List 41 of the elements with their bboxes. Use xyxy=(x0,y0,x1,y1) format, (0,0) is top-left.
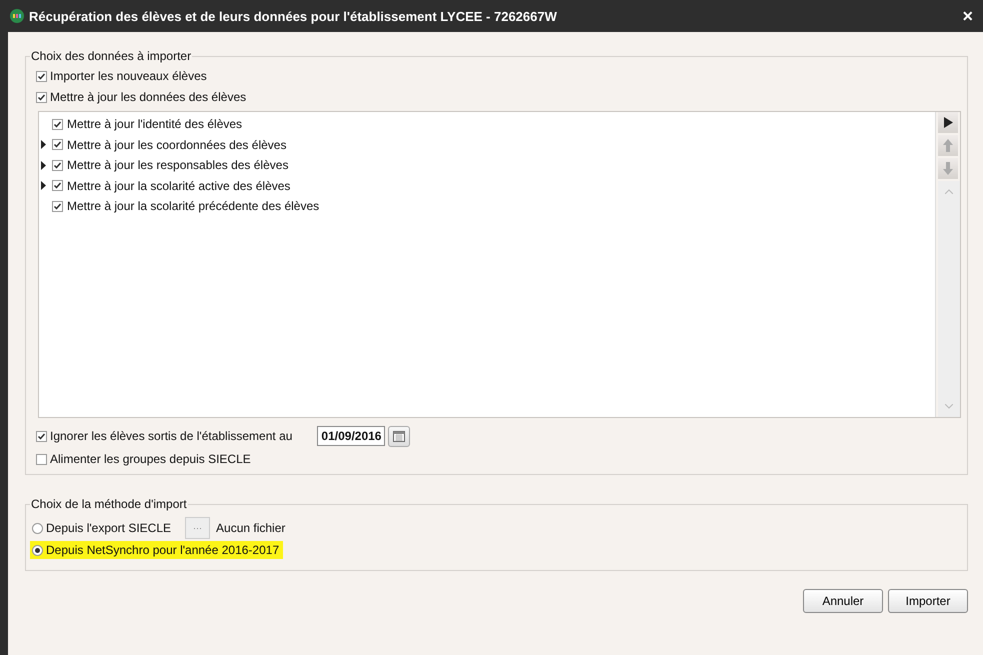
calendar-icon xyxy=(393,430,406,442)
up-arrow-icon xyxy=(943,139,953,152)
down-arrow-icon xyxy=(943,162,953,175)
checkbox-label: Mettre à jour les données des élèves xyxy=(50,90,246,104)
calendar-button[interactable] xyxy=(388,426,410,446)
file-name: Aucun fichier xyxy=(216,521,286,535)
app-logo-icon xyxy=(10,9,24,23)
checkbox[interactable] xyxy=(52,139,63,150)
play-icon xyxy=(944,117,952,128)
checkbox-label: Importer les nouveaux élèves xyxy=(50,69,207,83)
tree-item[interactable]: Mettre à jour la scolarité active des élèves xyxy=(67,178,290,193)
dialog-button[interactable]: Importer xyxy=(888,589,968,613)
expand-arrow-icon[interactable] xyxy=(41,160,46,170)
checkbox[interactable] xyxy=(36,92,47,102)
group-legend: Choix des données à importer xyxy=(30,49,192,63)
radio-label: Depuis l'export SIECLE xyxy=(46,521,172,535)
checkbox[interactable] xyxy=(36,454,47,464)
close-button[interactable]: × xyxy=(958,6,977,26)
radio-label: Depuis NetSynchro pour l'année 2016-2017 xyxy=(46,543,280,557)
checkbox-label: Alimenter les groupes depuis SIECLE xyxy=(50,452,251,466)
checkbox-label: Ignorer les élèves sortis de l'établissement au xyxy=(50,429,292,443)
play-button[interactable] xyxy=(938,112,958,133)
tree-item[interactable]: Mettre à jour la scolarité précédente des élèves xyxy=(67,199,320,214)
tree-item[interactable]: Mettre à jour les responsables des élèves xyxy=(67,158,288,172)
tree-item[interactable]: Mettre à jour l'identité des élèves xyxy=(67,117,242,132)
window-title: Récupération des élèves et de leurs données pour l'établissement LYCEE - 7262667W xyxy=(29,8,558,24)
checkbox[interactable] xyxy=(36,70,47,82)
expand-arrow-icon[interactable] xyxy=(41,140,46,150)
dialog-button[interactable]: Annuler xyxy=(803,589,883,613)
expand-arrow-icon[interactable] xyxy=(41,181,46,190)
date-field[interactable]: 01/09/2016 xyxy=(317,426,386,446)
tree-item[interactable]: Mettre à jour les coordonnées des élèves xyxy=(67,138,286,152)
checkbox[interactable] xyxy=(52,200,63,212)
checkbox[interactable] xyxy=(36,430,47,442)
browse-button[interactable]: ··· xyxy=(185,517,210,539)
radio-button[interactable] xyxy=(32,522,43,534)
checkbox[interactable] xyxy=(52,118,63,130)
checkbox[interactable] xyxy=(52,160,63,171)
radio-button[interactable] xyxy=(32,544,43,556)
group-legend: Choix de la méthode d'import xyxy=(30,497,188,511)
checkbox[interactable] xyxy=(52,180,63,192)
